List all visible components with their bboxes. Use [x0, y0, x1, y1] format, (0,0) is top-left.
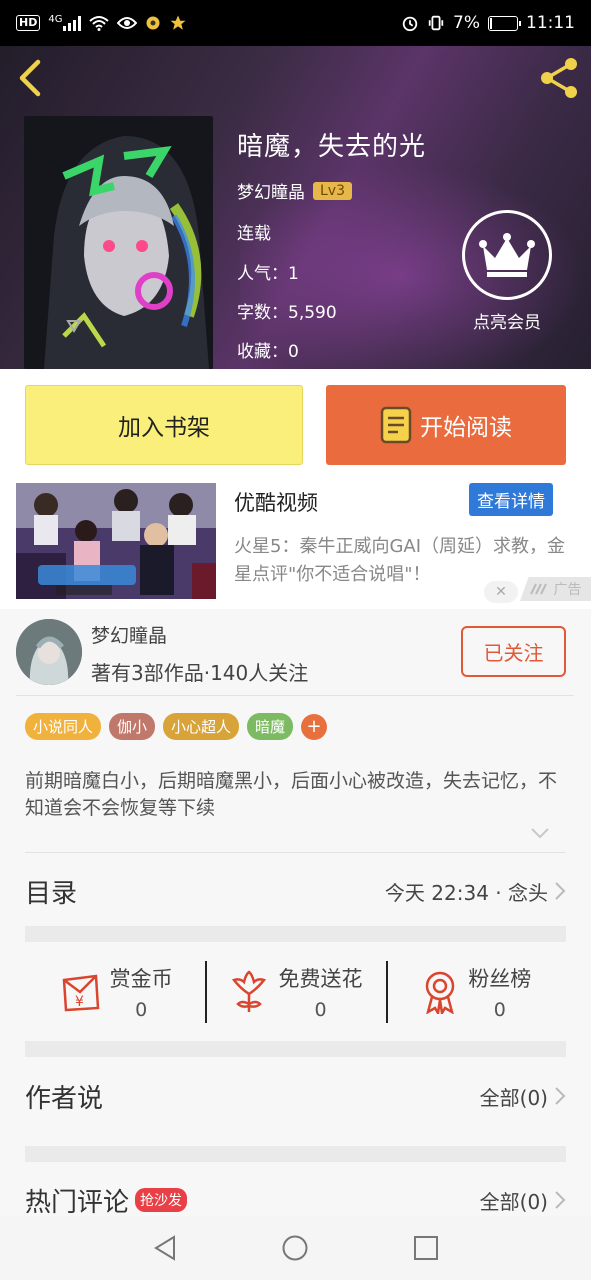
book-description: 前期暗魔白小，后期暗魔黑小，后面小心被改造，失去记忆，不知道会不会恢复等下续 — [25, 770, 558, 819]
tag[interactable]: 小说同人 — [25, 713, 102, 740]
book-popularity: 人气：1 — [237, 264, 299, 284]
tag[interactable]: 伽小 — [109, 713, 156, 740]
book-header: 暗魔，失去的光 梦幻瞳晶 Lv3 连载 人气：1 字数：5,590 收藏：0 点… — [0, 46, 591, 369]
cover-illustration — [24, 116, 213, 369]
section-separator — [25, 1041, 566, 1057]
ad-detail-button[interactable]: 查看详情 — [469, 483, 553, 516]
add-tag-button[interactable]: + — [301, 713, 328, 740]
back-icon[interactable] — [12, 56, 52, 100]
book-word-count: 字数：5,590 — [237, 303, 337, 323]
reward-label: 赏金币 — [109, 967, 173, 991]
wifi-icon — [89, 16, 110, 31]
book-icon — [380, 406, 412, 444]
reward-label: 免费送花 — [278, 967, 363, 991]
vip-label: 点亮会员 — [473, 313, 541, 333]
catalog-title: 目录 — [25, 878, 78, 909]
start-reading-button[interactable]: 开始阅读 — [326, 385, 566, 465]
medal-icon — [426, 971, 455, 1014]
ad-description: 火星5：秦牛正威向GAI（周延）求教，金星点评"你不适合说唱"！ — [234, 536, 566, 585]
clock: 11:11 — [526, 13, 575, 33]
vibrate-icon — [428, 15, 444, 31]
avatar[interactable] — [16, 619, 82, 685]
section-separator — [25, 1146, 566, 1162]
app-notification-icon — [146, 16, 160, 30]
book-title: 暗魔，失去的光 — [237, 132, 427, 162]
ad-label-text: 广告 — [553, 582, 582, 598]
send-flower-button[interactable]: 免费送花 0 — [205, 957, 385, 1027]
battery-percent: 7% — [453, 13, 480, 33]
chevron-right-icon — [555, 1087, 566, 1105]
author-says-all: 全部(0) — [479, 1085, 548, 1110]
red-envelope-icon: ¥ — [62, 974, 99, 1012]
catalog-latest: 今天 22:34 · 念头 — [384, 880, 548, 905]
hot-comments-all: 全部(0) — [479, 1189, 548, 1214]
section-separator — [25, 926, 566, 942]
author-says-title: 作者说 — [25, 1083, 104, 1114]
start-reading-label: 开始阅读 — [420, 415, 512, 441]
add-to-shelf-button[interactable]: 加入书架 — [25, 385, 303, 465]
author-level-badge: Lv3 — [313, 181, 352, 200]
system-nav-bar — [0, 1216, 591, 1280]
catalog-row[interactable]: 目录 今天 22:34 · 念头 — [25, 864, 566, 918]
hot-comments-title: 热门评论 — [25, 1187, 130, 1218]
home-nav-icon[interactable] — [281, 1234, 309, 1262]
reward-value: 0 — [493, 999, 506, 1021]
tag-list: 小说同人 伽小 小心超人 暗魔 + — [25, 713, 328, 740]
battery-icon — [488, 15, 521, 31]
eye-icon — [117, 17, 138, 29]
follow-button[interactable]: 已关注 — [461, 626, 566, 677]
ad-label: 广告 — [520, 577, 591, 601]
reward-gold-button[interactable]: ¥ 赏金币 0 — [25, 957, 205, 1027]
alarm-icon — [402, 16, 418, 32]
back-nav-icon[interactable] — [152, 1234, 178, 1262]
reward-label: 粉丝榜 — [468, 967, 532, 991]
ad-close-button[interactable]: ✕ — [484, 581, 518, 603]
tag[interactable]: 小心超人 — [163, 713, 240, 740]
chevron-right-icon — [555, 1191, 566, 1209]
chevron-right-icon — [555, 882, 566, 900]
flower-icon — [232, 970, 267, 1012]
ad-thumbnail — [16, 483, 216, 599]
recents-nav-icon[interactable] — [413, 1235, 439, 1261]
fan-rank-button[interactable]: 粉丝榜 0 — [385, 957, 566, 1027]
hd-indicator: HD — [16, 15, 41, 31]
author-section: 梦幻瞳晶 著有3部作品·140人关注 已关注 — [0, 609, 591, 695]
divider — [16, 695, 574, 696]
book-author[interactable]: 梦幻瞳晶 — [237, 178, 305, 203]
tag[interactable]: 暗魔 — [247, 713, 294, 740]
action-bar: 加入书架 开始阅读 — [0, 369, 591, 481]
share-icon[interactable] — [535, 54, 583, 102]
network-type: 4G — [48, 14, 63, 25]
chevron-down-icon[interactable] — [530, 826, 550, 840]
avatar-image — [16, 619, 82, 685]
reward-value: 0 — [135, 999, 148, 1021]
ad-brand: 优酷视频 — [234, 491, 318, 515]
book-author-row[interactable]: 梦幻瞳晶 Lv3 — [237, 178, 352, 203]
book-favorites: 收藏：0 — [237, 342, 299, 362]
ad-network-icon — [529, 583, 547, 595]
sofa-badge[interactable]: 抢沙发 — [135, 1188, 188, 1212]
author-name[interactable]: 梦幻瞳晶 — [91, 621, 167, 648]
signal-icon: 4G — [48, 14, 82, 31]
reward-bar: ¥ 赏金币 0 免费送花 0 粉丝榜 0 — [25, 957, 566, 1027]
reward-value: 0 — [314, 999, 327, 1021]
book-status: 连载 — [237, 224, 271, 244]
vip-button[interactable]: 点亮会员 — [462, 210, 552, 333]
author-says-row[interactable]: 作者说 全部(0) — [25, 1068, 566, 1124]
ad-image[interactable] — [16, 483, 216, 599]
star-icon — [170, 15, 186, 30]
author-stats: 著有3部作品·140人关注 — [91, 661, 309, 685]
ad-banner[interactable]: 优酷视频 查看详情 火星5：秦牛正威向GAI（周延）求教，金星点评"你不适合说唱… — [0, 481, 591, 609]
status-bar: HD 4G 7% 11:11 — [0, 0, 591, 46]
crown-icon — [479, 233, 535, 277]
book-cover[interactable] — [24, 116, 213, 369]
divider — [25, 852, 566, 853]
svg-text:¥: ¥ — [75, 994, 84, 1010]
